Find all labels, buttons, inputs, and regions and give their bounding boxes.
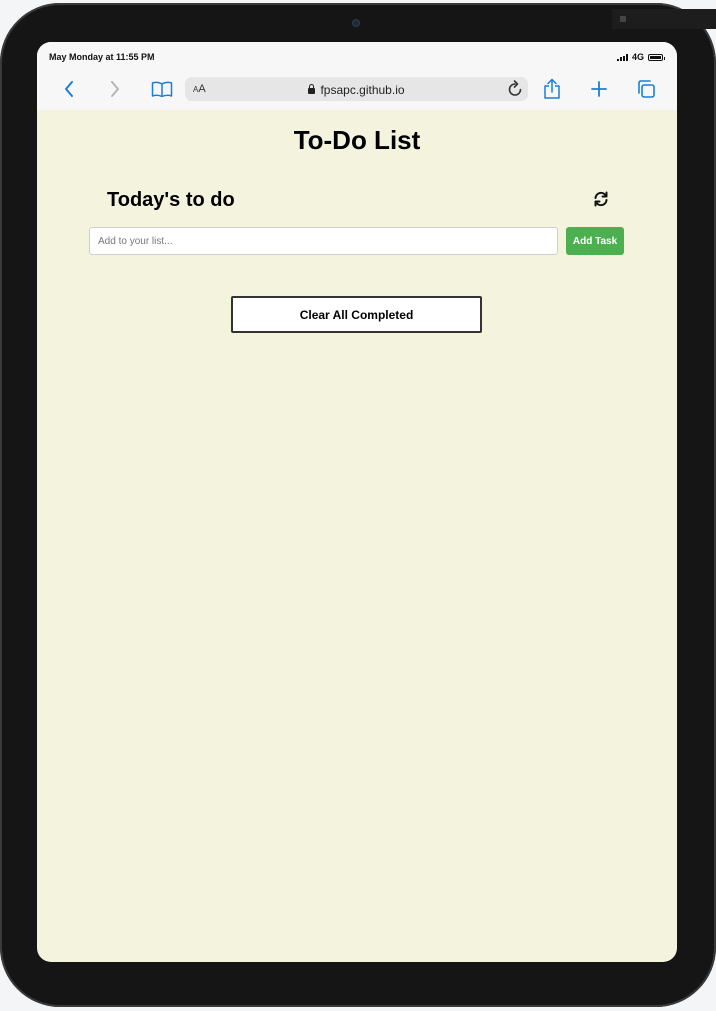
- tabs-button[interactable]: [635, 68, 657, 110]
- overlay-tag: [612, 9, 716, 29]
- share-button[interactable]: [541, 68, 563, 110]
- bookmarks-button[interactable]: [150, 68, 174, 110]
- chevron-right-icon: [111, 81, 119, 97]
- url-text: fpsapc.github.io: [185, 83, 528, 97]
- lock-icon: [308, 84, 316, 94]
- new-tab-button[interactable]: [589, 68, 609, 110]
- refresh-icon: [594, 191, 608, 207]
- task-input[interactable]: [89, 227, 558, 255]
- back-button[interactable]: [59, 68, 79, 110]
- status-indicators: 4G: [616, 52, 665, 62]
- forward-button[interactable]: [105, 68, 125, 110]
- share-icon: [544, 78, 560, 99]
- battery-icon: [648, 53, 665, 61]
- list-heading: Today's to do: [107, 189, 235, 211]
- network-label: 4G: [631, 52, 644, 62]
- page-title: To-Do List: [293, 125, 421, 155]
- screen: May Monday at 11:55 PM 4G AA fpsapc.gith…: [37, 42, 677, 962]
- clear-completed-button[interactable]: Clear All Completed: [231, 296, 482, 333]
- reload-icon: [508, 80, 522, 96]
- url-label: fpsapc.github.io: [320, 83, 405, 97]
- overlay-icon: [620, 16, 626, 22]
- add-task-button[interactable]: Add Task: [566, 227, 624, 255]
- refresh-button[interactable]: [593, 191, 609, 207]
- status-bar: May Monday at 11:55 PM 4G: [37, 42, 677, 68]
- browser-toolbar: AA fpsapc.github.io: [37, 68, 677, 110]
- address-bar[interactable]: AA fpsapc.github.io: [185, 77, 528, 101]
- status-time: May Monday at 11:55 PM: [49, 52, 155, 62]
- chevron-left-icon: [65, 81, 73, 97]
- tabs-icon: [638, 80, 655, 98]
- front-camera: [352, 19, 360, 27]
- plus-icon: [591, 81, 607, 97]
- signal-icon: [616, 53, 628, 61]
- reload-button[interactable]: [506, 79, 524, 104]
- page-content: To-Do List Today's to do Add Task Clear …: [37, 110, 677, 962]
- book-icon: [151, 81, 173, 97]
